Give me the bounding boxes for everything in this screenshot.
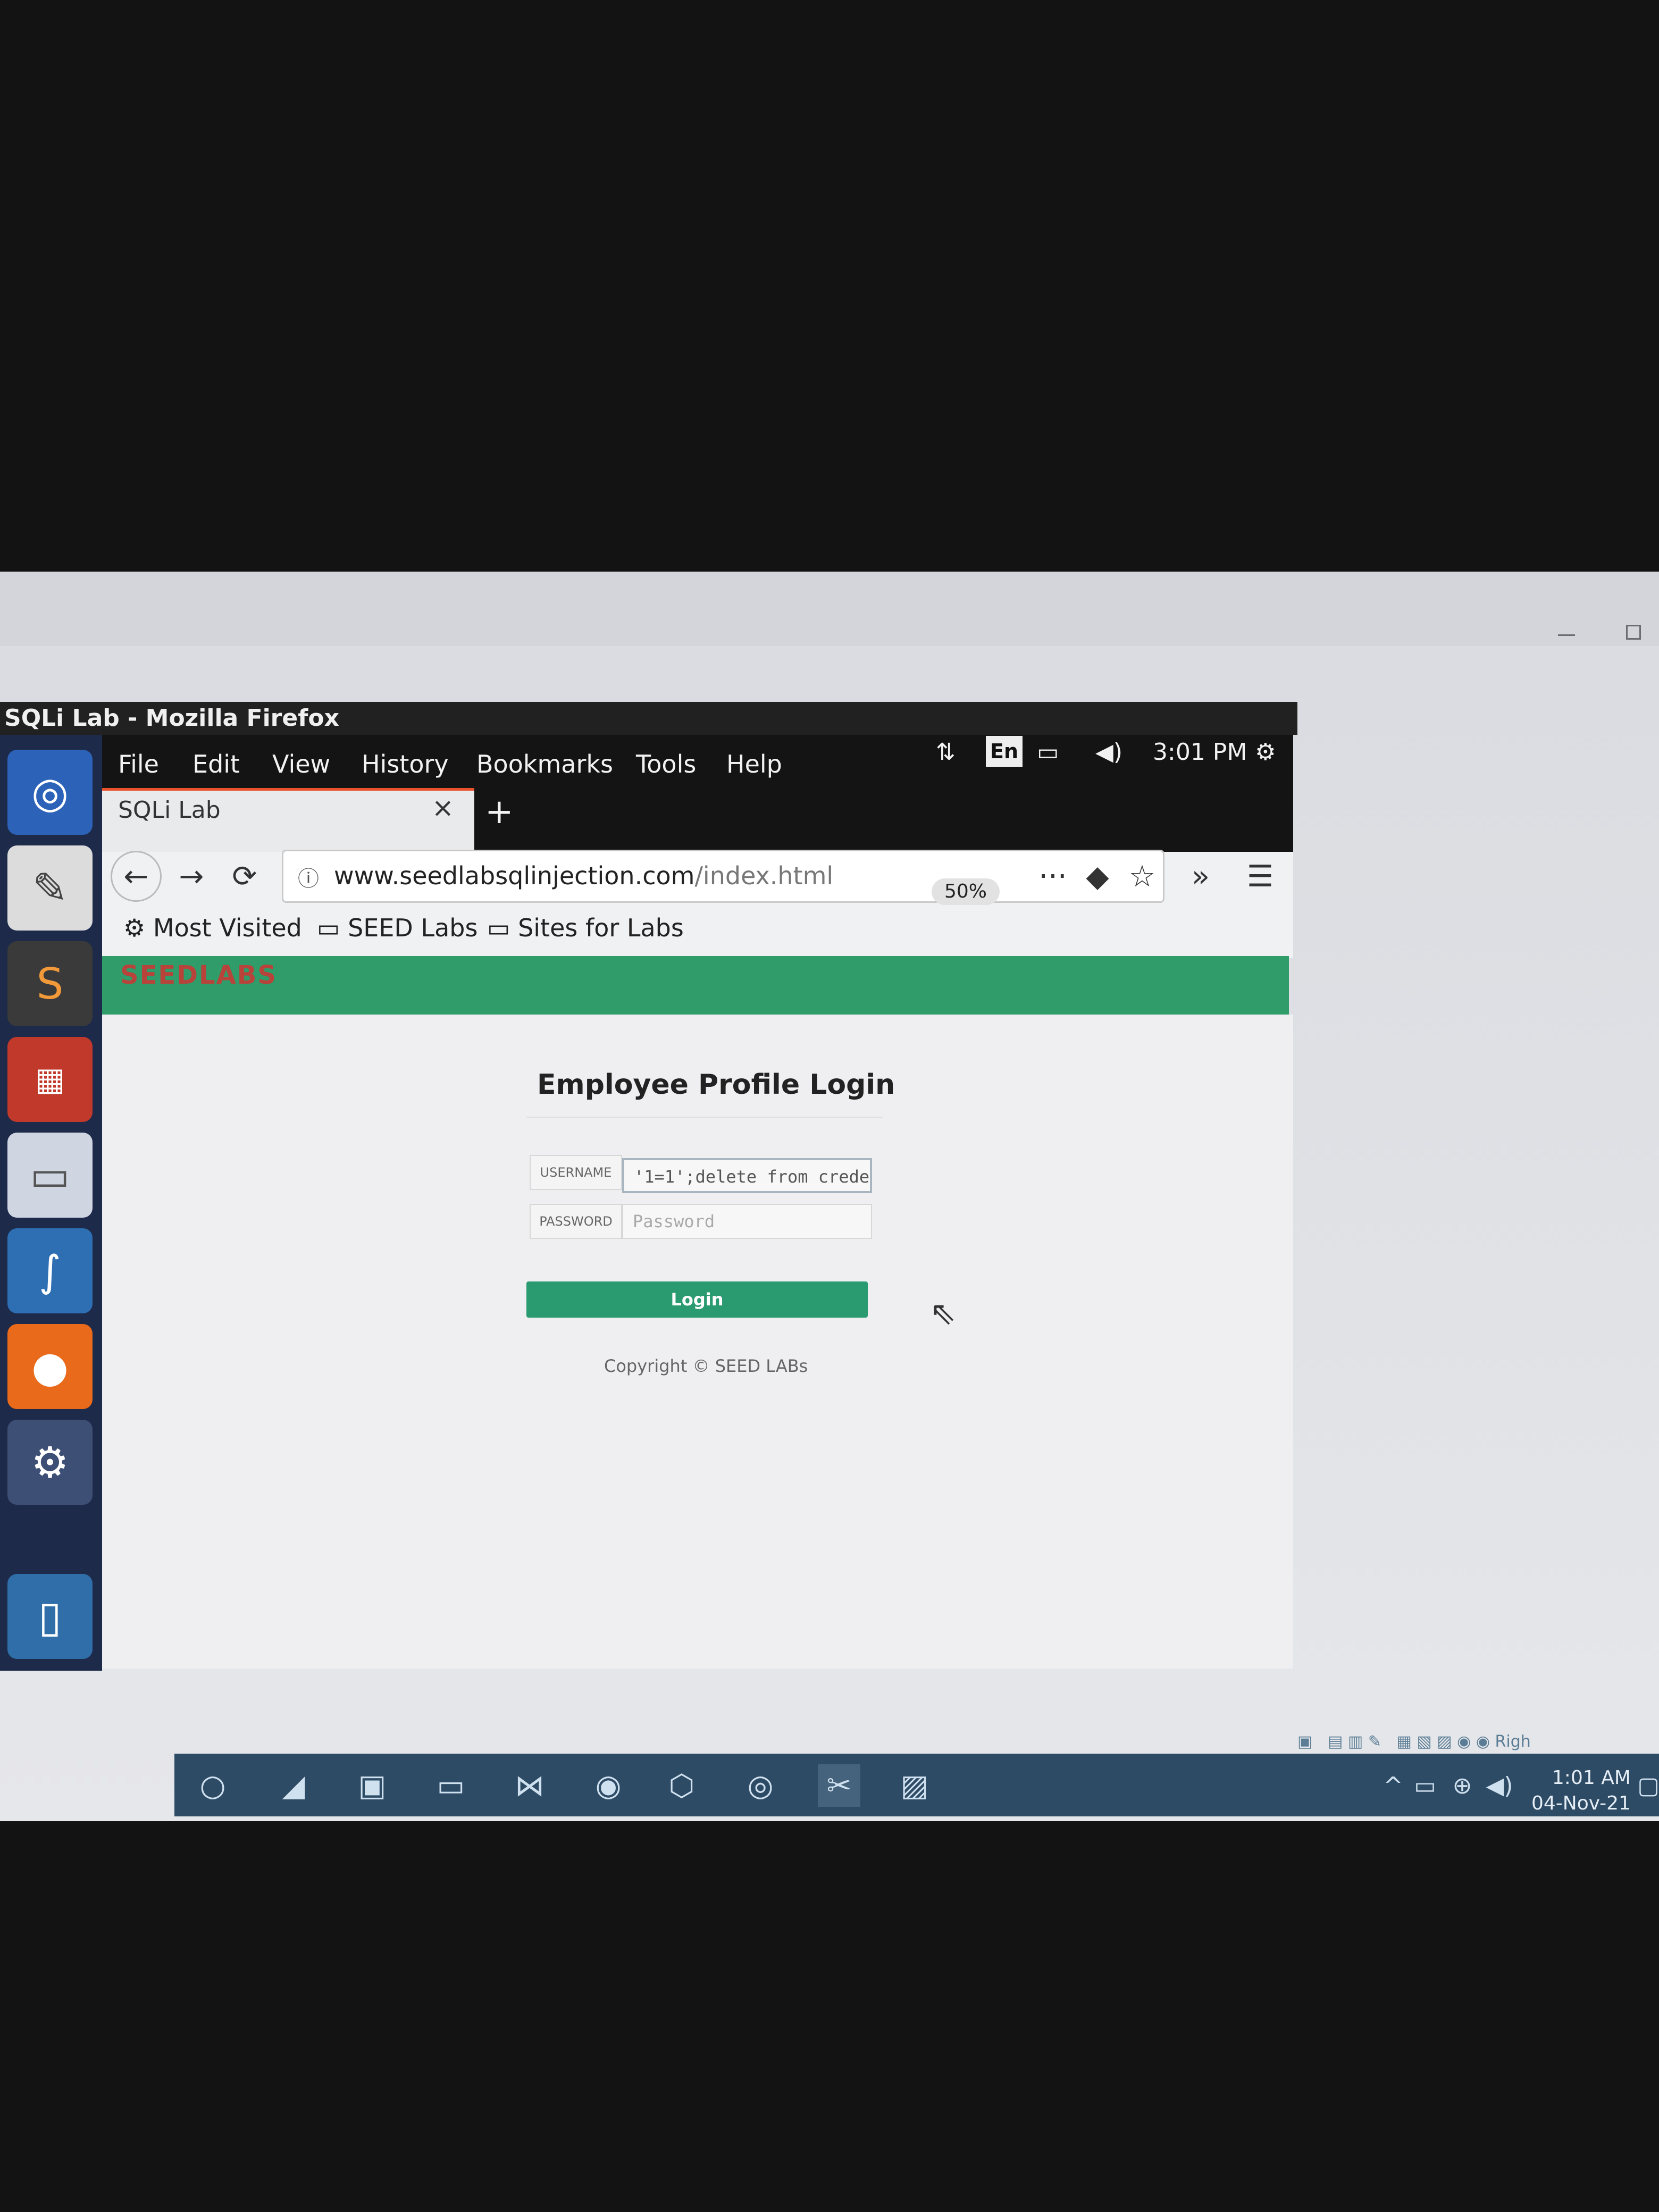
seed-banner — [102, 956, 1289, 1015]
menu-view[interactable]: View — [272, 745, 330, 783]
url-host: www.seedlabsqlinjection.com — [334, 861, 695, 890]
bookmark-seed-labs[interactable]: ▭ SEED Labs — [317, 909, 477, 946]
cortana-icon[interactable]: ○ — [191, 1764, 234, 1807]
clock-date: 04-Nov-21 — [1531, 1792, 1631, 1814]
ubuntu-icon[interactable]: ◎ — [7, 750, 93, 835]
menu-history[interactable]: History — [362, 745, 449, 783]
page-content — [102, 1015, 1293, 1669]
url-path: /index.html — [694, 861, 834, 890]
url-text[interactable]: www.seedlabsqlinjection.com/index.html — [334, 861, 833, 890]
virtualbox-icon[interactable]: ⬡ — [660, 1764, 703, 1807]
network-icon[interactable]: ⇅ — [936, 734, 956, 771]
vscode-icon[interactable]: ⋈ — [508, 1764, 551, 1807]
notification-icon[interactable]: ▢ — [1627, 1764, 1659, 1807]
password-input[interactable]: Password — [622, 1204, 872, 1239]
snipping-tool-icon[interactable]: ✂ — [818, 1764, 860, 1807]
battery-icon[interactable]: ▭ — [1037, 734, 1059, 771]
speaker-icon[interactable]: ◀) — [1478, 1764, 1521, 1807]
app-icon[interactable]: ◢ — [272, 1764, 315, 1807]
divider — [526, 1117, 883, 1118]
system-gear-icon[interactable]: ⚙ — [1255, 734, 1276, 771]
battery-icon[interactable]: ▭ — [1404, 1764, 1446, 1807]
chrome-icon[interactable]: ◉ — [587, 1764, 630, 1807]
files-icon[interactable]: ▭ — [7, 1133, 93, 1218]
username-input[interactable]: '1=1';delete from creden — [622, 1158, 872, 1193]
pocket-icon[interactable]: ◆ — [1072, 851, 1123, 902]
gear-icon: ⚙ — [123, 914, 153, 942]
globe-icon[interactable]: ⊕ — [1441, 1764, 1484, 1807]
close-icon[interactable]: × — [432, 792, 454, 823]
mouse-cursor-icon: ⇖ — [929, 1295, 957, 1332]
new-tab-button[interactable]: + — [485, 792, 514, 832]
sublime-icon[interactable]: S — [7, 941, 93, 1026]
file-explorer-icon[interactable]: ▭ — [430, 1764, 472, 1807]
overflow-button[interactable]: » — [1175, 851, 1226, 902]
zoom-indicator[interactable]: 50% — [932, 878, 1000, 905]
folder-icon: ▭ — [317, 914, 348, 942]
photos-icon[interactable]: ▨ — [893, 1764, 936, 1807]
info-icon[interactable]: ⓘ — [298, 861, 319, 892]
host-titlebar — [0, 572, 1659, 646]
keyboard-layout[interactable]: En — [986, 736, 1023, 767]
password-label: PASSWORD — [530, 1204, 622, 1239]
copyright-text: Copyright © SEED LABs — [604, 1356, 808, 1376]
menu-edit[interactable]: Edit — [192, 745, 240, 783]
bookmark-label: SEED Labs — [348, 914, 478, 942]
trash-icon[interactable]: ▯ — [7, 1574, 93, 1659]
panel-clock[interactable]: 3:01 PM — [1153, 734, 1247, 771]
windows-clock[interactable]: 1:01 AM 04-Nov-21 — [1531, 1765, 1631, 1816]
login-button[interactable]: Login — [526, 1281, 868, 1318]
text-editor-icon[interactable]: ✎ — [7, 845, 93, 931]
volume-icon[interactable]: ◀) — [1095, 734, 1122, 771]
tray-text: Righ — [1495, 1732, 1531, 1751]
bookmark-label: Sites for Labs — [518, 914, 684, 942]
page-title: Employee Profile Login — [537, 1069, 895, 1101]
page-actions-button[interactable]: ··· — [1027, 851, 1078, 902]
seed-labs-logo[interactable]: SEEDLABS — [120, 960, 277, 990]
reload-button[interactable]: ⟳ — [219, 851, 270, 902]
tab-title: SQLi Lab — [118, 797, 221, 824]
bookmark-star-icon[interactable]: ☆ — [1117, 851, 1168, 902]
menu-tools[interactable]: Tools — [636, 745, 696, 783]
bookmark-sites-for-labs[interactable]: ▭ Sites for Labs — [487, 909, 684, 946]
intellij-icon[interactable]: ▣ — [351, 1764, 393, 1807]
folder-icon: ▭ — [487, 914, 518, 942]
bookmark-label: Most Visited — [153, 914, 302, 942]
restore-icon[interactable] — [1626, 625, 1641, 640]
firefox-icon[interactable]: ● — [7, 1324, 93, 1409]
username-label: USERNAME — [530, 1155, 622, 1190]
hamburger-menu-button[interactable]: ☰ — [1235, 851, 1286, 902]
wireshark-icon[interactable]: ∫ — [7, 1228, 93, 1313]
menu-help[interactable]: Help — [726, 745, 782, 783]
settings-icon[interactable]: ⚙ — [7, 1420, 93, 1505]
forward-button[interactable]: → — [166, 851, 217, 902]
terminal-icon[interactable]: ▦ — [7, 1037, 93, 1122]
menu-file[interactable]: File — [118, 745, 159, 783]
minimize-icon[interactable] — [1558, 625, 1575, 636]
bookmark-most-visited[interactable]: ⚙ Most Visited — [123, 909, 302, 946]
back-button[interactable]: ← — [111, 851, 162, 902]
obs-icon[interactable]: ◎ — [739, 1764, 782, 1807]
window-title: SQLi Lab - Mozilla Firefox — [0, 702, 1297, 735]
menu-bookmarks[interactable]: Bookmarks — [476, 745, 613, 783]
clock-time: 1:01 AM — [1552, 1767, 1631, 1789]
